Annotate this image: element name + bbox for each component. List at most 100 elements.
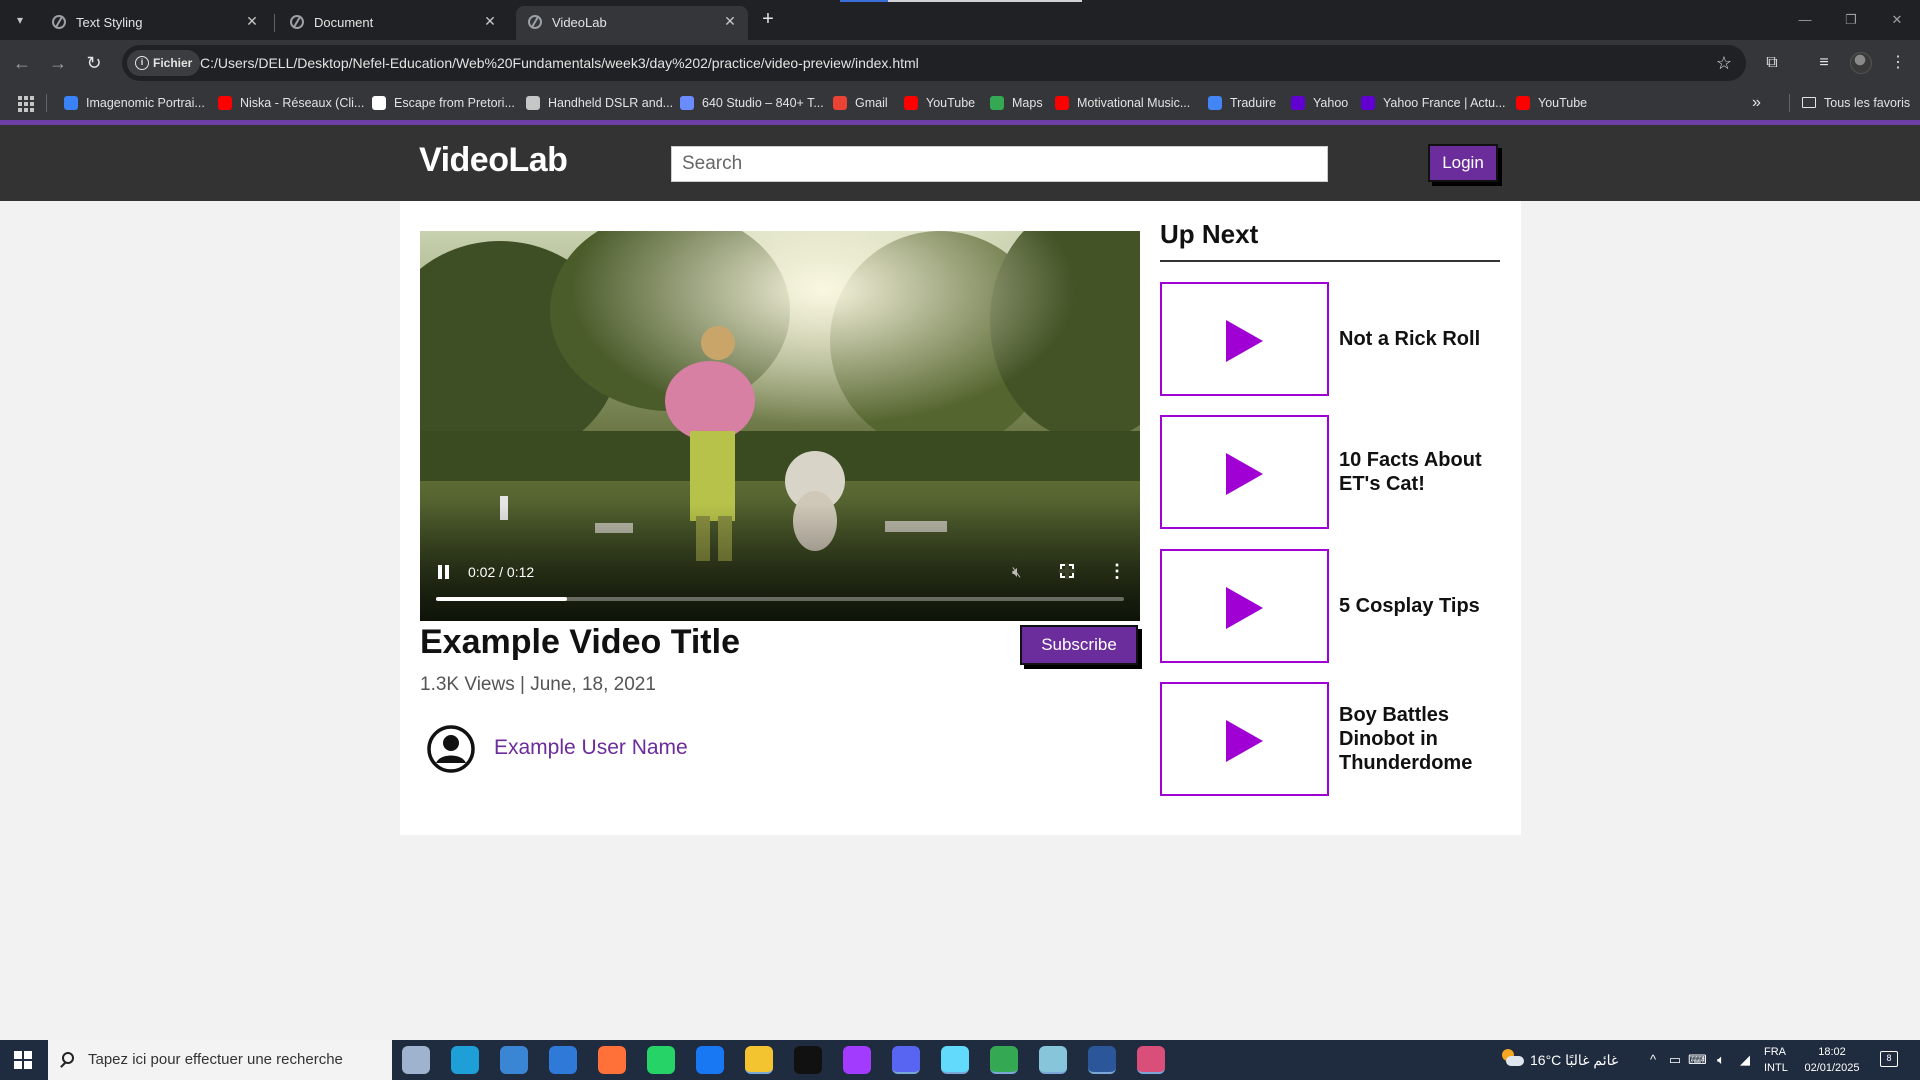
language-indicator[interactable]: FRA INTL xyxy=(1764,1044,1798,1076)
minimize-window-icon[interactable]: — xyxy=(1790,8,1820,32)
up-next-item[interactable]: 5 Cosplay Tips xyxy=(1160,549,1505,663)
bookmark-item[interactable]: Motivational Music... xyxy=(1055,86,1190,120)
site-info-chip[interactable]: i Fichier xyxy=(127,50,201,76)
network-icon[interactable]: ◢ xyxy=(1736,1051,1754,1069)
mail-icon[interactable] xyxy=(549,1046,577,1074)
user-avatar-icon[interactable] xyxy=(426,724,476,774)
task-view-icon[interactable] xyxy=(402,1046,430,1074)
youtube-icon xyxy=(218,96,232,110)
bookmark-star-icon[interactable]: ☆ xyxy=(1712,51,1736,75)
address-bar[interactable]: i Fichier C:/Users/DELL/Desktop/Nefel-Ed… xyxy=(122,45,1746,81)
close-tab-icon[interactable]: ✕ xyxy=(244,13,260,29)
chrome-icon[interactable] xyxy=(990,1046,1018,1074)
fullscreen-icon[interactable] xyxy=(1059,563,1075,579)
weather-icon[interactable] xyxy=(1500,1049,1524,1069)
apps-grid-icon[interactable] xyxy=(16,94,34,112)
file-explorer-icon[interactable] xyxy=(745,1046,773,1074)
video-thumbnail[interactable] xyxy=(1160,682,1329,796)
up-next-item[interactable]: Boy Battles Dinobot in Thunderdome xyxy=(1160,682,1505,796)
site-header: VideoLab Login xyxy=(0,125,1920,201)
up-next-item[interactable]: 10 Facts About ET's Cat! xyxy=(1160,415,1505,529)
taskbar-clock[interactable]: 18:02 02/01/2025 xyxy=(1800,1044,1864,1076)
windows-start-icon[interactable] xyxy=(14,1051,32,1069)
whatsapp-icon[interactable] xyxy=(647,1046,675,1074)
reload-icon[interactable]: ↻ xyxy=(80,49,108,77)
play-icon xyxy=(1226,587,1263,629)
all-bookmarks-folder[interactable]: Tous les favoris xyxy=(1802,86,1910,120)
bookmark-item[interactable]: YouTube xyxy=(904,86,975,120)
firefox-icon[interactable] xyxy=(598,1046,626,1074)
subscribe-button[interactable]: Subscribe xyxy=(1020,625,1138,665)
up-next-title[interactable]: Boy Battles Dinobot in Thunderdome xyxy=(1339,682,1499,796)
user-name-link[interactable]: Example User Name xyxy=(494,736,688,760)
url-text[interactable]: C:/Users/DELL/Desktop/Nefel-Education/We… xyxy=(200,45,919,81)
bookmark-item[interactable]: Handheld DSLR and... xyxy=(526,86,673,120)
bookmark-item[interactable]: Yahoo xyxy=(1291,86,1348,120)
messenger-icon[interactable] xyxy=(843,1046,871,1074)
up-next-title[interactable]: 10 Facts About ET's Cat! xyxy=(1339,415,1499,529)
tab-text-styling[interactable]: Text Styling ✕ xyxy=(40,6,270,40)
bookmark-item[interactable]: Traduire xyxy=(1208,86,1276,120)
bookmark-item[interactable]: Escape from Pretori... xyxy=(372,86,515,120)
search-input[interactable] xyxy=(671,146,1328,182)
video-title: Example Video Title xyxy=(420,623,740,661)
up-next-title[interactable]: 5 Cosplay Tips xyxy=(1339,549,1499,663)
up-next-item[interactable]: Not a Rick Roll xyxy=(1160,282,1505,396)
tab-videolab[interactable]: VideoLab ✕ xyxy=(516,6,748,40)
restore-window-icon[interactable]: ❐ xyxy=(1836,8,1866,32)
bookmark-label: Escape from Pretori... xyxy=(394,96,515,110)
close-tab-icon[interactable]: ✕ xyxy=(482,13,498,29)
media-controls-icon[interactable]: ≡ xyxy=(1810,49,1838,77)
video-thumbnail[interactable] xyxy=(1160,415,1329,529)
taskbar-search-box[interactable]: Tapez ici pour effectuer une recherche xyxy=(48,1040,392,1080)
close-tab-icon[interactable]: ✕ xyxy=(722,13,738,29)
video-thumbnail[interactable] xyxy=(1160,549,1329,663)
volume-icon[interactable]: 🔈︎ xyxy=(1712,1051,1730,1069)
input-method-icon[interactable]: ⌨ xyxy=(1688,1051,1707,1069)
word-icon[interactable] xyxy=(1088,1046,1116,1074)
bookmark-item[interactable]: 640 Studio – 840+ T... xyxy=(680,86,824,120)
up-next-title[interactable]: Not a Rick Roll xyxy=(1339,282,1499,396)
mute-icon[interactable]: 🔇︎ xyxy=(1012,564,1021,581)
youtube-icon xyxy=(1055,96,1069,110)
notifications-icon[interactable]: 8 xyxy=(1880,1051,1898,1067)
bookmark-item[interactable]: YouTube xyxy=(1516,86,1587,120)
meet-now-icon[interactable]: ▭ xyxy=(1666,1051,1684,1069)
edge-icon[interactable] xyxy=(451,1046,479,1074)
discord-icon[interactable] xyxy=(892,1046,920,1074)
show-hidden-icons-icon[interactable]: ^ xyxy=(1644,1051,1662,1069)
video-progress-bar[interactable] xyxy=(436,597,1124,601)
pause-icon[interactable] xyxy=(438,565,450,579)
bookmark-item[interactable]: Niska - Réseaux (Cli... xyxy=(218,86,364,120)
bookmark-item[interactable]: Maps xyxy=(990,86,1043,120)
video-progress-fill xyxy=(436,597,567,601)
bookmark-item[interactable]: Yahoo France | Actu... xyxy=(1361,86,1506,120)
site-logo[interactable]: VideoLab xyxy=(419,141,568,180)
tiktok-icon[interactable] xyxy=(794,1046,822,1074)
react-devtools-icon[interactable] xyxy=(941,1046,969,1074)
more-options-icon[interactable]: ⋮ xyxy=(1108,562,1126,580)
video-thumbnail[interactable] xyxy=(1160,282,1329,396)
video-player[interactable]: 0:02 / 0:12 🔇︎ ⋮ xyxy=(420,231,1140,621)
store-icon[interactable] xyxy=(500,1046,528,1074)
tab-document[interactable]: Document ✕ xyxy=(278,6,508,40)
tab-title: VideoLab xyxy=(552,15,607,30)
bookmark-item[interactable]: Imagenomic Portrai... xyxy=(64,86,205,120)
more-bookmarks-chevron-icon[interactable]: » xyxy=(1752,86,1761,120)
folder-icon xyxy=(1802,97,1816,108)
close-window-icon[interactable]: ✕ xyxy=(1882,8,1912,32)
menu-kebab-icon[interactable]: ⋮ xyxy=(1884,49,1912,77)
login-button[interactable]: Login xyxy=(1428,144,1498,182)
extensions-icon[interactable]: ⧉ xyxy=(1758,49,1786,77)
new-tab-button[interactable]: + xyxy=(756,8,780,32)
forward-arrow-icon[interactable]: → xyxy=(44,49,72,77)
bookmark-item[interactable]: Gmail xyxy=(833,86,888,120)
profile-avatar[interactable] xyxy=(1850,52,1872,74)
youtube-icon xyxy=(904,96,918,110)
weather-text[interactable]: 16°C غائم غالبًا xyxy=(1530,1040,1618,1080)
notepad-icon[interactable] xyxy=(1039,1046,1067,1074)
facebook-icon[interactable] xyxy=(696,1046,724,1074)
paint-icon[interactable] xyxy=(1137,1046,1165,1074)
back-arrow-icon[interactable]: ← xyxy=(8,49,36,77)
tab-search-chevron-icon[interactable]: ▾ xyxy=(8,8,32,32)
